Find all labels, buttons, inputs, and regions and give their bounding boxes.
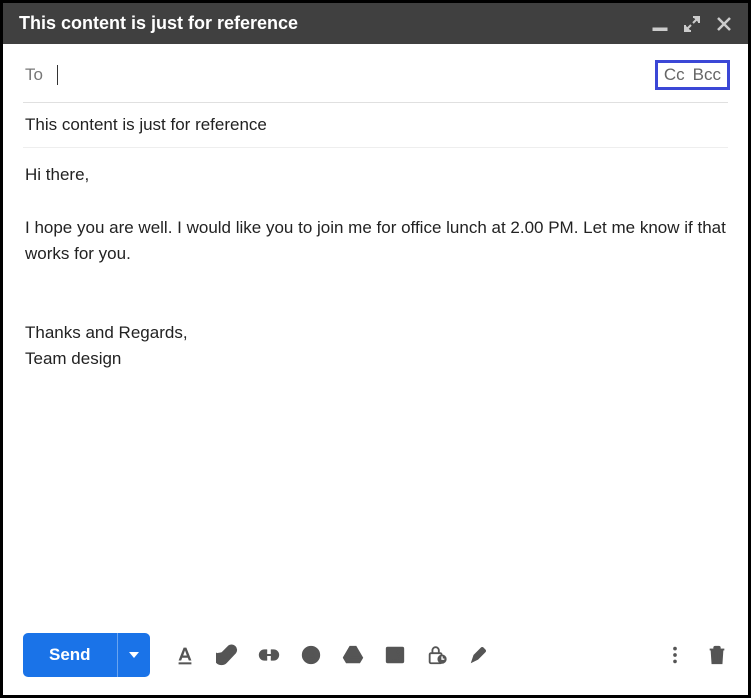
image-icon[interactable]	[384, 644, 406, 666]
to-row: To Cc Bcc	[23, 44, 728, 103]
cc-bcc-highlight: Cc Bcc	[655, 60, 730, 90]
bcc-button[interactable]: Bcc	[693, 65, 721, 85]
confidential-icon[interactable]	[426, 644, 448, 666]
send-options-button[interactable]	[117, 633, 150, 677]
compose-header: This content is just for reference	[3, 3, 748, 44]
drive-icon[interactable]	[342, 644, 364, 666]
subject-input[interactable]: This content is just for reference	[23, 103, 728, 148]
to-input[interactable]	[57, 63, 641, 88]
footer-right	[664, 644, 728, 666]
attach-icon[interactable]	[216, 644, 238, 666]
minimize-icon[interactable]	[652, 16, 668, 32]
header-actions	[652, 16, 732, 32]
fullscreen-icon[interactable]	[684, 16, 700, 32]
send-button[interactable]: Send	[23, 633, 117, 677]
text-format-icon[interactable]	[174, 644, 196, 666]
compose-footer: Send	[3, 619, 748, 695]
compose-title: This content is just for reference	[19, 13, 298, 34]
emoji-icon[interactable]	[300, 644, 322, 666]
more-options-icon[interactable]	[664, 644, 686, 666]
cc-button[interactable]: Cc	[664, 65, 685, 85]
to-label: To	[25, 65, 43, 85]
link-icon[interactable]	[258, 644, 280, 666]
chevron-down-icon	[128, 649, 140, 661]
compose-body: To Cc Bcc This content is just for refer…	[3, 44, 748, 619]
trash-icon[interactable]	[706, 644, 728, 666]
close-icon[interactable]	[716, 16, 732, 32]
pen-icon[interactable]	[468, 644, 490, 666]
formatting-toolbar	[174, 644, 656, 666]
message-body[interactable]: Hi there, I hope you are well. I would l…	[23, 148, 728, 619]
send-group: Send	[23, 633, 150, 677]
